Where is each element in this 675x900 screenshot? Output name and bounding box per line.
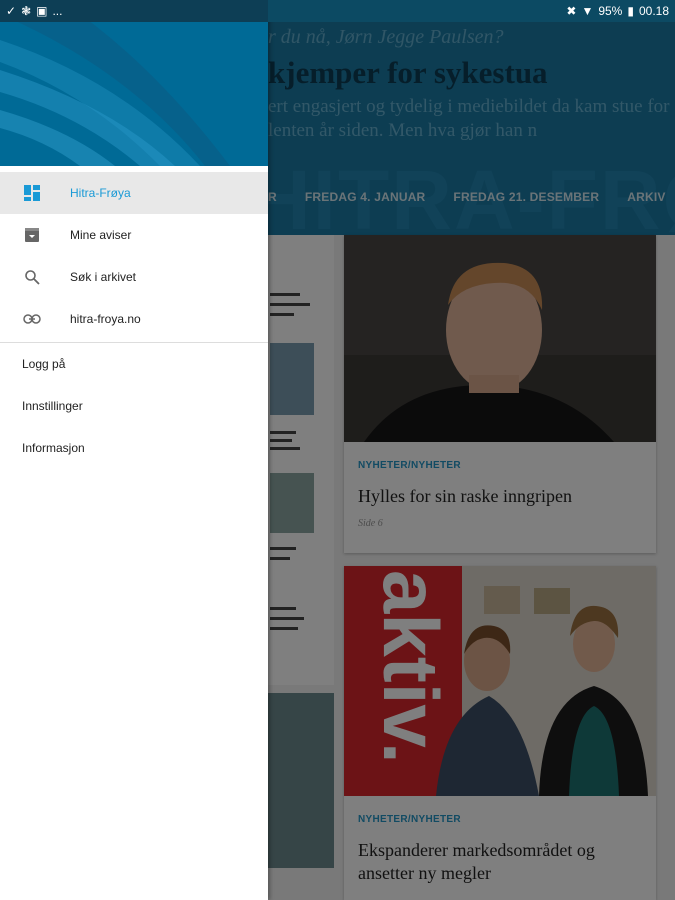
grid-icon [0,185,70,201]
settings-item[interactable]: Innstillinger [22,399,83,413]
battery-icon: ▮ [627,4,634,18]
nav-item-hitra-froya[interactable]: Hitra-Frøya [0,172,268,214]
nav-label: Søk i arkivet [70,270,137,284]
more-icon: ... [52,4,63,18]
drawer-scrim[interactable] [268,0,675,900]
search-icon [0,269,70,285]
nav-label: hitra-froya.no [70,312,141,326]
wifi-icon: ▼ [581,4,594,18]
nav-item-website[interactable]: hitra-froya.no [0,298,268,340]
drawer-divider [0,342,268,343]
battery-level: 95% [598,4,623,18]
drawer-header [0,0,268,166]
image-icon: ▣ [36,4,48,18]
check-icon: ✓ [6,4,17,18]
nav-label: Mine aviser [70,228,132,242]
fan-icon: ❃ [21,4,32,18]
information-item[interactable]: Informasjon [22,441,85,455]
archive-box-icon [0,227,70,243]
nav-label: Hitra-Frøya [70,186,131,200]
nav-item-mine-aviser[interactable]: Mine aviser [0,214,268,256]
navigation-drawer: Hitra-Frøya Mine aviser Søk i arkivet hi… [0,0,268,900]
mute-icon: ✖ [566,4,577,18]
status-bar: ✓ ❃ ▣ ... ✖ ▼ 95% ▮ 00.18 [0,0,675,22]
clock: 00.18 [638,4,669,18]
link-icon [0,313,70,325]
nav-item-sok-i-arkivet[interactable]: Søk i arkivet [0,256,268,298]
login-item[interactable]: Logg på [22,357,65,371]
